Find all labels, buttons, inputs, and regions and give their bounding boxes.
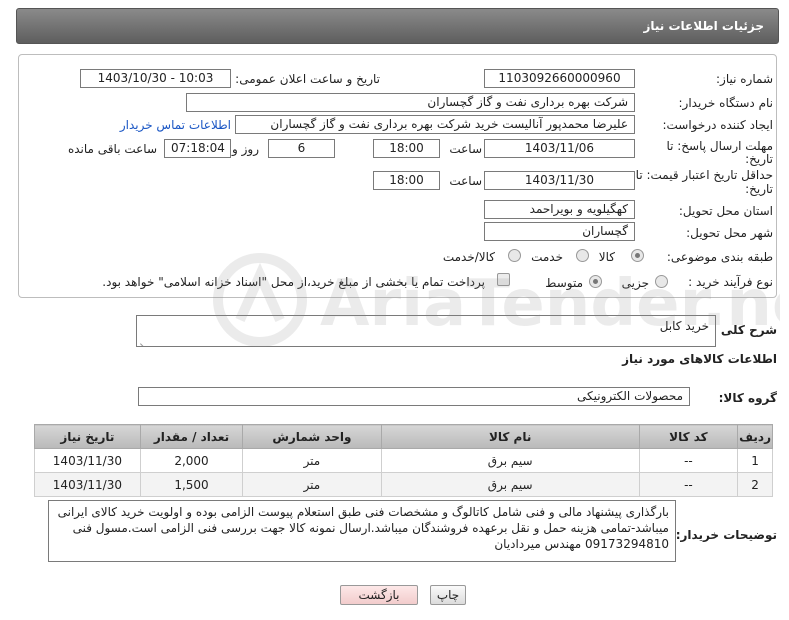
category-goods-service-label: کالا/خدمت <box>442 250 495 264</box>
buyer-contact-link[interactable]: اطلاعات تماس خریدار <box>120 118 231 132</box>
time-remaining-field: 07:18:04 <box>164 139 231 158</box>
announce-label: تاریخ و ساعت اعلان عمومی: <box>235 72 380 86</box>
deadline-date-label: تاریخ: <box>745 152 773 166</box>
page-header: جزئیات اطلاعات نیاز <box>16 8 779 44</box>
goods-table: ردیف کد کالا نام کالا واحد شمارش تعداد /… <box>34 424 773 497</box>
quantity-cell: 1,500 <box>139 472 244 497</box>
treasury-payment-note: پرداخت تمام یا بخشی از مبلغ خرید،از محل … <box>102 275 485 289</box>
quantity-cell: 2,000 <box>139 448 244 473</box>
process-minor-label: جزیی <box>621 276 649 290</box>
page-title: جزئیات اطلاعات نیاز <box>643 19 764 33</box>
deadline-time-label: ساعت <box>449 142 482 156</box>
buyer-notes-textarea: بارگذاری پیشنهاد مالی و فنی شامل کاتالوگ… <box>48 500 676 562</box>
validity-time-field: 18:00 <box>373 171 440 190</box>
buyer-notes-label: توضیحات خریدار: <box>675 528 777 542</box>
category-goods-radio[interactable] <box>631 249 644 262</box>
date-cell: 1403/11/30 <box>34 448 141 473</box>
name-cell: سیم برق <box>380 472 640 497</box>
validity-date-field: 1403/11/30 <box>484 171 635 190</box>
requester-label: ایجاد کننده درخواست: <box>662 118 773 132</box>
print-button[interactable]: چاپ <box>430 585 466 605</box>
code-cell: -- <box>638 472 739 497</box>
date-cell: 1403/11/30 <box>34 472 141 497</box>
validity-time-label: ساعت <box>449 174 482 188</box>
goods-group-label: گروه کالا: <box>718 391 777 405</box>
col-name-header: نام کالا <box>380 424 640 449</box>
city-field: گچساران <box>484 222 635 241</box>
name-cell: سیم برق <box>380 448 640 473</box>
col-row-header: ردیف <box>737 424 773 449</box>
time-remaining-label: ساعت باقی مانده <box>67 142 157 156</box>
deadline-date-field: 1403/11/06 <box>484 139 635 158</box>
category-goods-label: کالا <box>598 250 615 264</box>
city-label: شهر محل تحویل: <box>686 226 773 240</box>
table-row: 2 -- سیم برق متر 1,500 1403/11/30 <box>34 472 773 497</box>
buyer-org-label: نام دستگاه خریدار: <box>678 96 774 110</box>
unit-cell: متر <box>242 472 382 497</box>
province-label: استان محل تحویل: <box>678 204 773 218</box>
goods-table-header: ردیف کد کالا نام کالا واحد شمارش تعداد /… <box>34 424 773 449</box>
process-label: نوع فرآیند خرید : <box>688 275 773 289</box>
deadline-label: مهلت ارسال پاسخ: تا <box>666 139 773 153</box>
unit-cell: متر <box>242 448 382 473</box>
goods-group-field: محصولات الکترونیکی <box>138 387 690 406</box>
process-medium-label: متوسط <box>545 276 583 290</box>
row-number-cell: 2 <box>737 472 773 497</box>
goods-section-title: اطلاعات کالاهای مورد نیاز <box>622 352 777 366</box>
announce-datetime-field: 1403/10/30 - 10:03 <box>80 69 231 88</box>
category-service-label: خدمت <box>531 250 563 264</box>
validity-date-label: تاریخ: <box>745 182 773 196</box>
category-service-radio[interactable] <box>576 249 589 262</box>
need-number-label: شماره نیاز: <box>716 72 773 86</box>
need-number-field: 1103092660000960 <box>484 69 635 88</box>
resize-handle-icon <box>139 335 148 344</box>
province-field: کهگیلویه و بویراحمد <box>484 200 635 219</box>
requester-field: علیرضا محمدپور آنالیست خرید شرکت بهره بر… <box>235 115 635 134</box>
process-minor-radio[interactable] <box>655 275 668 288</box>
buyer-org-field: شرکت بهره برداری نفت و گاز گچساران <box>186 93 635 112</box>
table-row: 1 -- سیم برق متر 2,000 1403/11/30 <box>34 448 773 473</box>
days-label: روز و <box>232 142 259 156</box>
buyer-notes-text: بارگذاری پیشنهاد مالی و فنی شامل کاتالوگ… <box>57 505 669 551</box>
process-medium-radio[interactable] <box>589 275 602 288</box>
col-date-header: تاریخ نیاز <box>34 424 141 449</box>
validity-label: حداقل تاریخ اعتبار قیمت: تا <box>635 168 773 182</box>
days-remaining-field: 6 <box>268 139 335 158</box>
col-quantity-header: تعداد / مقدار <box>139 424 244 449</box>
description-textarea: خرید کابل <box>136 315 716 347</box>
back-button[interactable]: بازگشت <box>340 585 418 605</box>
row-number-cell: 1 <box>737 448 773 473</box>
category-label: طبقه بندی موضوعی: <box>666 250 773 264</box>
category-goods-service-radio[interactable] <box>508 249 521 262</box>
code-cell: -- <box>638 448 739 473</box>
col-code-header: کد کالا <box>638 424 739 449</box>
description-text: خرید کابل <box>659 319 709 333</box>
deadline-time-field: 18:00 <box>373 139 440 158</box>
treasury-payment-checkbox[interactable] <box>497 273 510 286</box>
col-unit-header: واحد شمارش <box>242 424 382 449</box>
